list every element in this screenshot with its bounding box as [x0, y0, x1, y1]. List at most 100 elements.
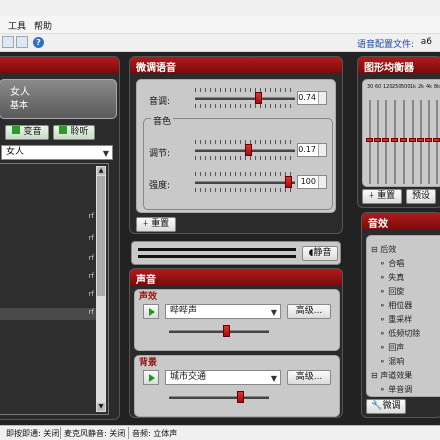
eq-band-slider[interactable] [420, 100, 422, 184]
morph-button[interactable]: 变音 [5, 125, 49, 140]
listen-button[interactable]: 聆听 [53, 125, 95, 140]
scroll-thumb[interactable] [97, 176, 105, 296]
eq-preset-button[interactable]: 预设 [406, 189, 436, 204]
play-effect-button[interactable] [143, 304, 159, 319]
effect-dropdown[interactable]: 哔哔声 ▼ [165, 304, 281, 319]
tree-item-reverb[interactable]: ⚬ 混响 [379, 356, 404, 367]
help-icon[interactable]: ? [33, 37, 44, 48]
eq-band-thumb[interactable] [400, 138, 407, 142]
effect-advanced-button[interactable]: 高级... [287, 304, 331, 319]
effects-title: 音效 [362, 213, 440, 230]
list-item[interactable]: rf [0, 234, 96, 246]
eq-band-thumb[interactable] [366, 138, 373, 142]
eq-band-slider[interactable] [403, 100, 405, 184]
effects-tree[interactable]: ⊟ 后效 ⚬ 合唱 ⚬ 失真 ⚬ 回旋 ⚬ 相位器 ⚬ 重采样 ⚬ 低频切除 ⚬… [366, 235, 440, 397]
menu-bar: 工具 帮助 [0, 16, 440, 34]
pitch-value-input[interactable]: 0.74 [297, 91, 327, 105]
tree-item-distortion[interactable]: ⚬ 失真 [379, 272, 404, 283]
status-separator [128, 427, 129, 439]
strength-slider-track[interactable] [195, 181, 295, 184]
eq-area: 30 60 120 250 500 1k 2k 4k 8k [362, 79, 440, 187]
tree-item-mono[interactable]: ⚬ 单音调 [379, 384, 412, 395]
list-item[interactable]: rf [0, 272, 96, 284]
eq-band-slider[interactable] [369, 100, 371, 184]
voice-list[interactable]: ▲ ▼ rf rf rf rf rf rf [0, 163, 109, 415]
open-icon[interactable] [2, 36, 14, 48]
save-icon[interactable] [16, 36, 28, 48]
eq-band-slider[interactable] [394, 100, 396, 184]
scroll-down-icon[interactable]: ▼ [97, 403, 105, 411]
list-item[interactable]: rf [0, 290, 96, 302]
tone-slider-thumb[interactable] [245, 144, 252, 156]
selected-voice-name: 女人 [10, 87, 30, 98]
tree-item-phaser[interactable]: ⚬ 相位器 [379, 300, 412, 311]
eq-band-slider[interactable] [412, 100, 414, 184]
eq-band-slider[interactable] [436, 100, 438, 184]
profile-label: 语音配置文件: [356, 40, 414, 50]
play-background-button[interactable] [143, 370, 159, 385]
mute-button[interactable]: ◖静音 [302, 246, 338, 261]
effects-tune-button[interactable]: 🔧微调 [366, 399, 406, 414]
status-mic-mute: 麦克风静音: 关闭 [64, 429, 126, 438]
profile-value[interactable]: a6 [421, 37, 432, 47]
eq-reset-button[interactable]: ⍭ 重置 [362, 189, 402, 204]
reset-icon: ⍭ [368, 191, 378, 201]
eq-band-thumb[interactable] [409, 138, 416, 142]
pitch-slider-thumb[interactable] [255, 92, 262, 104]
strength-value-input[interactable]: 100 [297, 175, 327, 189]
background-advanced-button[interactable]: 高级... [287, 370, 331, 385]
background-volume-thumb[interactable] [237, 391, 244, 403]
morph-icon [12, 126, 21, 134]
tree-item-chorus[interactable]: ⚬ 合唱 [379, 258, 404, 269]
sound-effects-label: 声效 [139, 292, 158, 302]
menu-tools[interactable]: 工具 [8, 19, 26, 32]
audio-meter-panel: ◖静音 [131, 241, 341, 265]
tree-item-lowcut[interactable]: ⚬ 低频切除 [379, 328, 420, 339]
background-volume-track[interactable] [169, 396, 269, 399]
tree-item-flanger[interactable]: ⚬ 回旋 [379, 286, 404, 297]
tree-item-echo[interactable]: ⚬ 回声 [379, 342, 404, 353]
strength-slider-thumb[interactable] [285, 176, 292, 188]
sound-panel: 声音 声效 哔哔声 ▼ 高级... 背景 城市交通 ▼ 高级... [129, 268, 343, 418]
eq-band-label: 30 [367, 84, 374, 90]
tree-root-post[interactable]: ⊟ 后效 [371, 244, 396, 255]
voice-list-scrollbar[interactable]: ▲ ▼ [96, 166, 106, 412]
background-dropdown[interactable]: 城市交通 ▼ [165, 370, 281, 385]
effect-volume-track[interactable] [169, 330, 269, 333]
effect-volume-thumb[interactable] [223, 325, 230, 337]
eq-band-thumb[interactable] [374, 138, 381, 142]
eq-band-thumb[interactable] [417, 138, 424, 142]
voice-panel: 女人 基本 变音 聆听 女人 ▼ ▲ ▼ rf rf rf rf rf rf [0, 56, 120, 420]
list-item-selected[interactable]: rf [0, 308, 96, 320]
tree-item-resample[interactable]: ⚬ 重采样 [379, 314, 412, 325]
list-item[interactable]: rf [0, 212, 96, 224]
list-item[interactable]: rf [0, 254, 96, 266]
scroll-up-icon[interactable]: ▲ [97, 167, 105, 175]
background-group: 背景 城市交通 ▼ 高级... [134, 355, 340, 417]
tune-controls: 音调: 0.74 音色 调节: 0.17 强度: 100 [136, 79, 336, 213]
chevron-down-icon: ▼ [270, 308, 277, 317]
eq-band-thumb[interactable] [425, 138, 432, 142]
pitch-slider-track[interactable] [195, 97, 295, 100]
voice-dropdown[interactable]: 女人 ▼ [1, 145, 113, 160]
tune-reset-button[interactable]: ⍭ 重置 [136, 217, 176, 232]
menu-help[interactable]: 帮助 [34, 19, 52, 32]
meter-bar-left [138, 248, 296, 251]
tone-spinner[interactable] [318, 144, 326, 156]
eq-band-thumb[interactable] [382, 138, 389, 142]
tree-root-channel[interactable]: ⊟ 声道效果 [371, 370, 412, 381]
strength-spinner[interactable] [318, 176, 326, 188]
eq-band-label: 60 [375, 84, 382, 90]
sound-effects-group: 声效 哔哔声 ▼ 高级... [134, 289, 340, 351]
effects-panel: 音效 ⊟ 后效 ⚬ 合唱 ⚬ 失真 ⚬ 回旋 ⚬ 相位器 ⚬ 重采样 ⚬ 低频切… [361, 212, 440, 418]
background-label: 背景 [139, 358, 158, 368]
eq-band-slider[interactable] [428, 100, 430, 184]
eq-band-slider[interactable] [377, 100, 379, 184]
eq-band-label: 1k [410, 84, 417, 90]
tone-value-input[interactable]: 0.17 [297, 143, 327, 157]
eq-band-thumb[interactable] [391, 138, 398, 142]
eq-band-thumb[interactable] [433, 138, 440, 142]
selected-voice-card[interactable]: 女人 基本 [0, 79, 117, 119]
pitch-spinner[interactable] [318, 92, 326, 104]
eq-band-slider[interactable] [385, 100, 387, 184]
